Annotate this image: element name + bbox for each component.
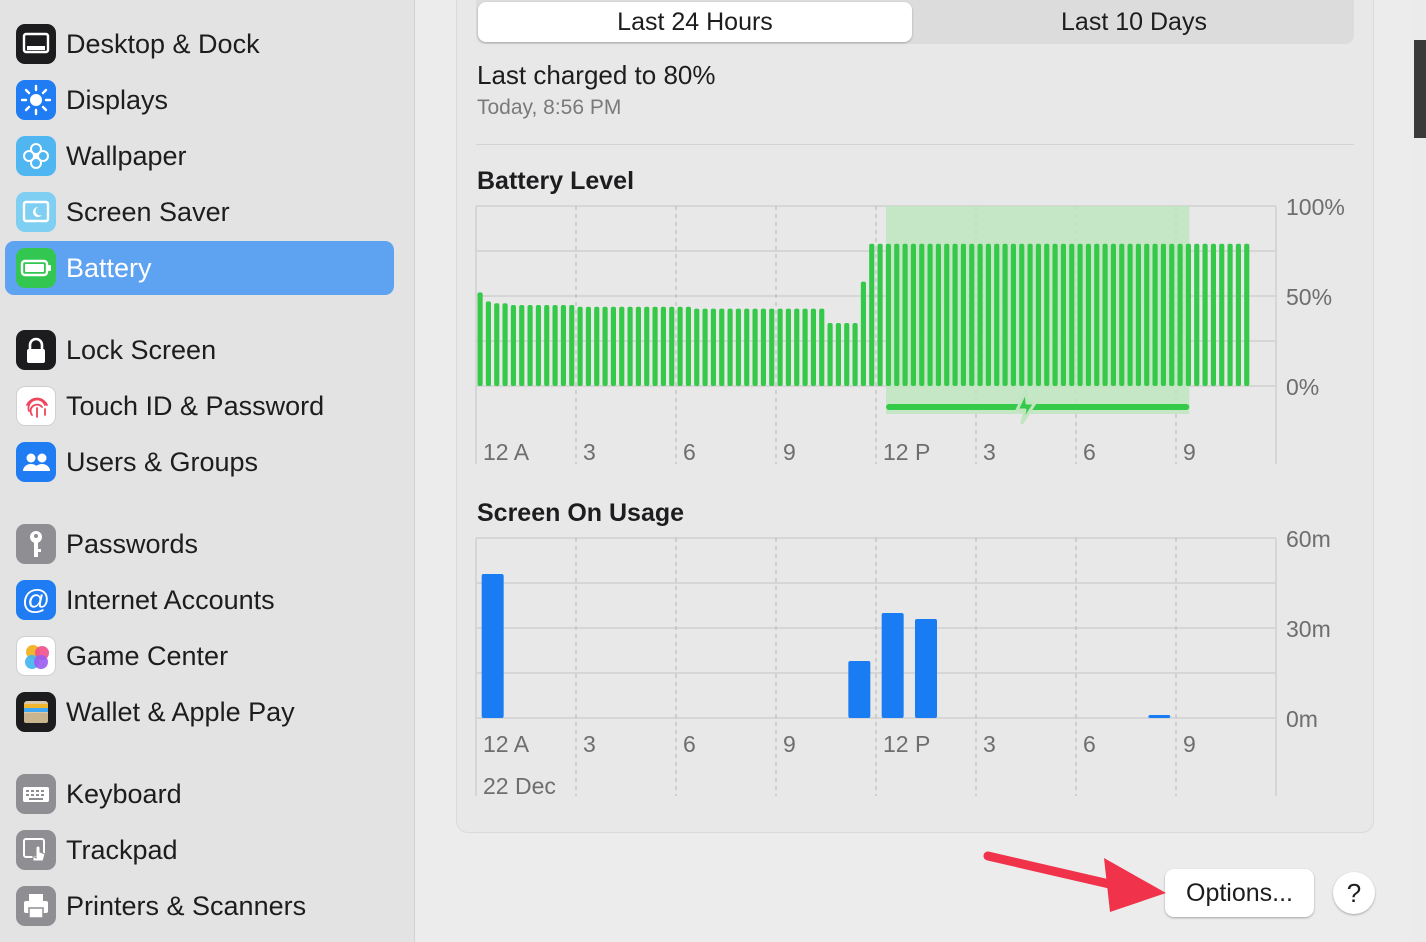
- x-tick-label: 3: [583, 731, 596, 757]
- x-tick-label: 9: [1183, 731, 1196, 757]
- date-label: 22 Dec: [483, 773, 556, 799]
- usage-bars: [481, 574, 1171, 718]
- x-tick-label: 6: [1083, 731, 1096, 757]
- y-tick-label: 60m: [1286, 526, 1331, 552]
- help-button[interactable]: ?: [1333, 872, 1375, 914]
- usage-bar: [1148, 715, 1171, 718]
- usage-bar: [881, 613, 904, 718]
- usage-bar: [848, 661, 871, 718]
- x-tick-label: 9: [783, 731, 796, 757]
- usage-bar: [481, 574, 504, 718]
- options-button[interactable]: Options...: [1165, 869, 1314, 917]
- usage-bar: [915, 619, 937, 718]
- screen-on-usage-chart: 60m 30m 0m 12 A 3 6 9 12 P 3 6 9 22 Dec: [475, 526, 1331, 799]
- window-edge: [1414, 0, 1426, 942]
- x-tick-label: 3: [983, 731, 996, 757]
- x-tick-label: 6: [683, 731, 696, 757]
- y-tick-label: 30m: [1286, 616, 1331, 642]
- usage-chart-grid: [475, 537, 1277, 796]
- x-tick-label: 12 A: [483, 731, 530, 757]
- scrollbar-thumb[interactable]: [1414, 40, 1426, 138]
- y-tick-label: 0m: [1286, 706, 1318, 732]
- x-tick-label: 12 P: [883, 731, 930, 757]
